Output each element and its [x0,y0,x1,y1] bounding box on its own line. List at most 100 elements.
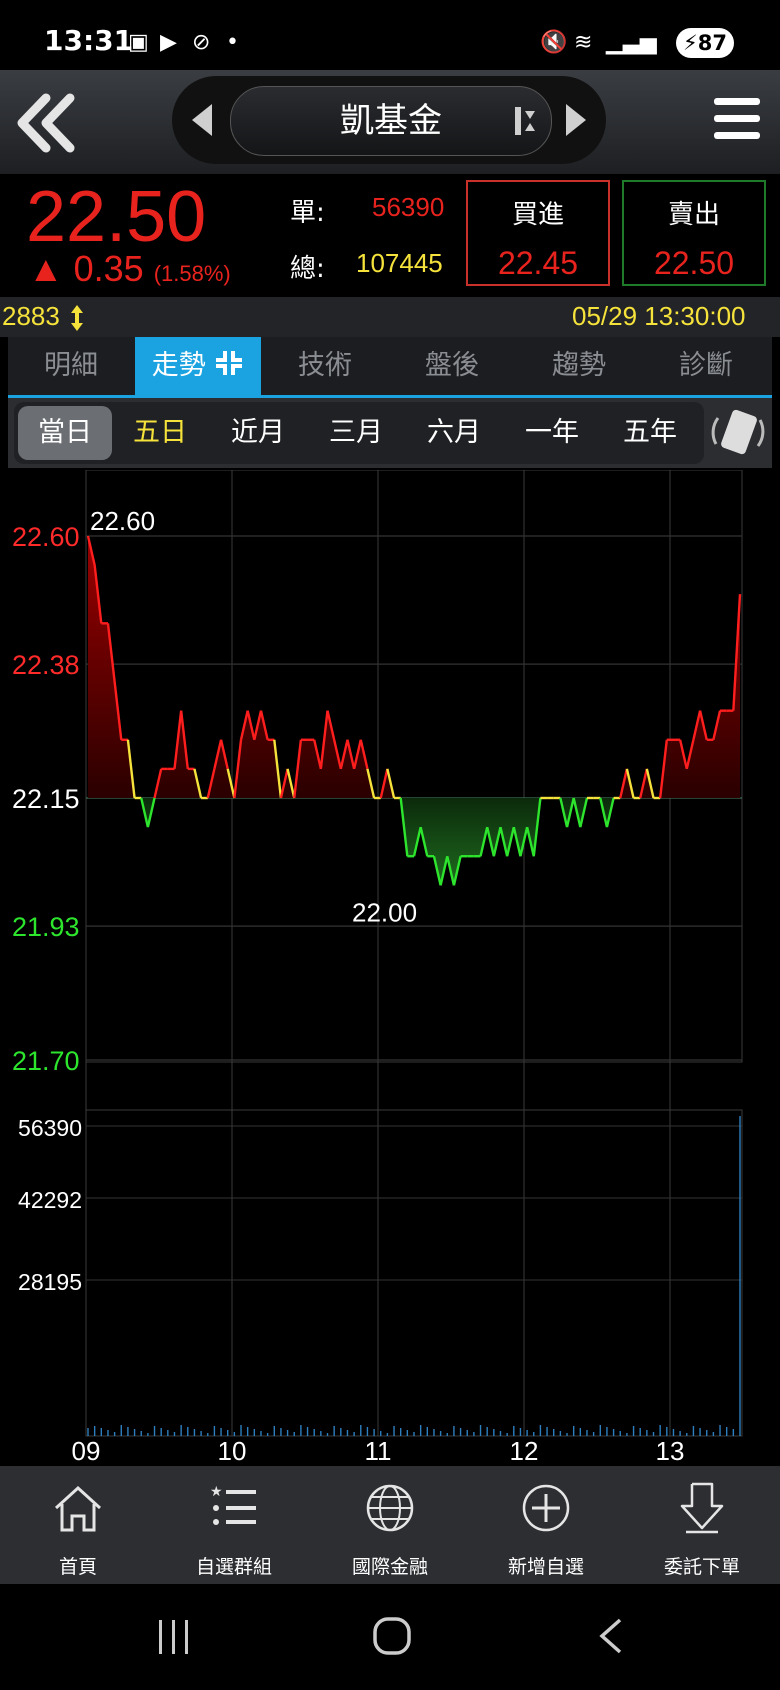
volume-bar [739,1116,741,1436]
intraday-chart: 09 10 11 12 13 22.60 22.38 22.15 21.93 21.70 56390… [0,469,780,1466]
period-1year[interactable]: 一年 [504,402,600,464]
volume-bar [672,1429,675,1436]
volume-bar [546,1427,548,1436]
buy-label: 買進 [511,200,564,230]
tab-detail[interactable]: 明細 [8,337,134,395]
period-3month[interactable]: 三月 [308,402,404,464]
volume-bar [133,1429,136,1436]
volume-bar [506,1433,508,1436]
nav-order-label: 委託下單 [663,1556,740,1578]
volume-bar [100,1428,103,1436]
sort-arrows-icon[interactable] [70,305,84,331]
x-tick-label: 10 [218,1436,247,1466]
info-bar: 2883 05/29 13:30:00 [0,297,780,337]
tab-diagnosis[interactable]: 診斷 [643,337,769,395]
globe-icon [366,1484,414,1532]
volume-bar [626,1433,628,1436]
buy-price: 22.45 [497,245,579,281]
recent-apps-icon[interactable] [156,1618,192,1656]
home-icon [54,1485,102,1532]
hamburger-menu-icon[interactable] [714,98,760,146]
next-stock-icon[interactable] [562,102,588,138]
volume-bar [479,1425,482,1436]
volume-bar [273,1426,275,1436]
volume-bar [193,1429,196,1436]
volume-bar [406,1430,409,1436]
volume-bar [646,1430,648,1436]
x-tick-label: 09 [72,1436,101,1466]
volume-bar [207,1433,209,1436]
volume-bar [127,1427,129,1436]
volume-bar [173,1432,176,1436]
bottom-nav: 首頁 ★ 自選群組 國際金融 新增自選 委託下單 [0,1466,780,1584]
back-double-chevron-icon[interactable] [12,88,82,158]
stock-list-handle-icon[interactable] [513,105,537,137]
volume-bar [439,1431,442,1436]
volume-bar [586,1430,588,1436]
nav-order[interactable]: 委託下單 [624,1466,780,1584]
status-time: 13:31 [44,24,134,57]
volume-bar [433,1429,435,1436]
back-system-icon[interactable] [596,1616,626,1656]
home-system-icon[interactable] [372,1616,412,1656]
nav-watchlist-groups[interactable]: ★ 自選群組 [156,1466,312,1584]
x-tick-label: 11 [365,1436,392,1466]
volume-bar [253,1429,256,1436]
volume-bar [606,1427,608,1436]
y-tick-label: 22.60 [12,522,80,552]
stock-switcher: 凱基金 [172,76,606,164]
last-price: 22.50 [26,177,207,257]
tab-tendency[interactable]: 趨勢 [516,337,642,395]
volume-bar [639,1428,641,1436]
prev-stock-icon[interactable] [190,102,216,138]
volume-bar [366,1427,369,1436]
period-6month[interactable]: 六月 [406,402,502,464]
volume-bar [659,1425,661,1436]
volume-bar [486,1427,488,1436]
tab-technical[interactable]: 技術 [262,337,388,395]
period-today[interactable]: 當日 [18,406,112,460]
volume-bar [519,1428,522,1436]
nav-add-watchlist[interactable]: 新增自選 [468,1466,624,1584]
rotate-screen-icon[interactable] [708,404,768,462]
nav-international[interactable]: 國際金融 [312,1466,468,1584]
stock-name: 凱基金 [340,101,442,141]
buy-button[interactable]: 買進 22.45 [466,180,610,286]
volume-bar [666,1427,668,1436]
period-5year[interactable]: 五年 [602,402,698,464]
volume-bar [572,1426,575,1436]
volume-bar [153,1426,156,1436]
volume-tick-label: 28195 [18,1269,82,1295]
volume-bar [632,1426,635,1436]
volume-bar [286,1430,289,1436]
nav-add-watchlist-label: 新增自選 [507,1556,584,1578]
period-1month[interactable]: 近月 [210,402,306,464]
nav-home[interactable]: 首頁 [0,1466,156,1584]
x-tick-label: 12 [510,1436,539,1466]
max-price-annotation: 22.60 [90,506,155,536]
y-tick-label: 22.38 [12,650,80,680]
volume-bar [599,1425,601,1436]
volume-bar [293,1432,295,1436]
volume-bar [167,1430,169,1436]
tab-trend[interactable]: 走勢 [135,337,261,395]
sell-button[interactable]: 賣出 22.50 [622,180,766,286]
period-5day[interactable]: 五日 [112,402,208,464]
volume-bar [300,1425,302,1436]
volume-bar [539,1425,542,1436]
stock-name-pill[interactable]: 凱基金 [230,86,552,156]
volume-bar [652,1432,655,1436]
volume-bar [353,1432,355,1436]
volume-bar [220,1428,222,1436]
single-volume-label: 單: [290,198,325,228]
volume-panel-frame [85,1109,743,1437]
volume-bar [579,1428,582,1436]
system-nav-bar [0,1584,780,1690]
volume-bar [313,1429,315,1436]
tab-after-hours[interactable]: 盤後 [389,337,515,395]
volume-bar [280,1428,282,1436]
order-arrow-icon [680,1482,724,1534]
status-bar: 13:31 ▣ ▶ ⊘ • 🔇 ≋ ▁▃▅ ⚡87 [0,0,780,70]
volume-bar [120,1425,122,1436]
volume-bar [459,1428,462,1436]
